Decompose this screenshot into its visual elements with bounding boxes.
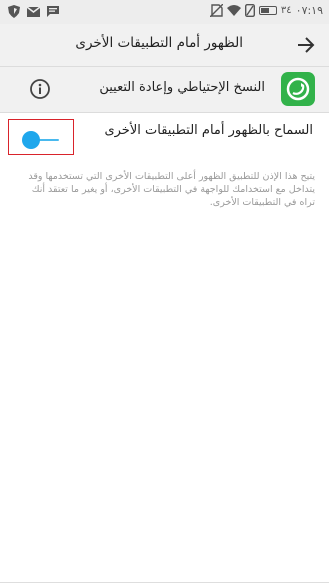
app-name: النسخ الإحتياطي وإعادة التعيين — [99, 80, 265, 95]
wifi-icon — [226, 5, 241, 16]
battery-icon — [258, 6, 277, 15]
battery-percent: ٣٤ — [280, 5, 292, 16]
sim-status-icon — [244, 4, 255, 17]
status-time: ٠٧:١٩ — [295, 4, 323, 17]
notification-icons — [8, 5, 59, 18]
toggle-switch[interactable] — [22, 131, 40, 149]
app-header-row: النسخ الإحتياطي وإعادة التعيين — [0, 67, 329, 113]
status-bar: ٣٤ ٠٧:١٩ — [0, 0, 329, 24]
toolbar: الظهور أمام التطبيقات الأخرى — [0, 24, 329, 67]
arrow-right-icon[interactable] — [295, 34, 317, 56]
no-sim-icon — [209, 4, 223, 17]
permission-description: يتيح هذا الإذن للتطبيق الظهور أعلى التطب… — [28, 171, 315, 208]
setting-row-draw-over-apps[interactable]: السماح بالظهور أمام التطبيقات الأخرى — [0, 112, 329, 155]
info-icon[interactable] — [29, 78, 51, 100]
page-title: الظهور أمام التطبيقات الأخرى — [75, 35, 243, 51]
setting-label: السماح بالظهور أمام التطبيقات الأخرى — [104, 123, 313, 138]
toggle-highlight-box — [8, 119, 74, 155]
backup-app-icon — [281, 72, 315, 106]
system-icons: ٣٤ ٠٧:١٩ — [209, 4, 323, 17]
shield-icon — [8, 5, 20, 18]
gmail-icon — [27, 6, 40, 17]
messages-icon — [47, 6, 59, 17]
